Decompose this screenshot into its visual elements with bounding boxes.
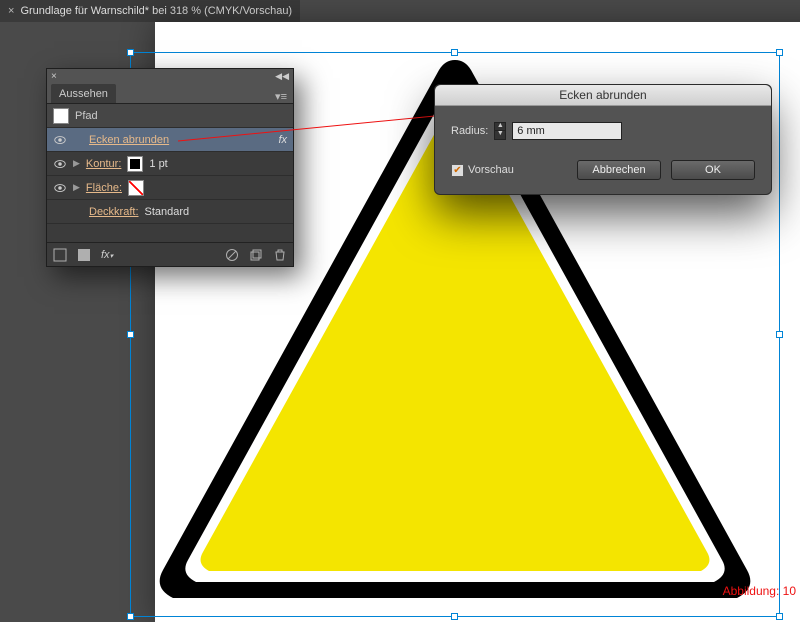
panel-head[interactable]: × ◀◀ — [47, 69, 293, 83]
dialog-title[interactable]: Ecken abrunden — [435, 85, 771, 106]
radius-stepper[interactable]: ▲ ▼ — [494, 122, 506, 140]
stroke-label[interactable]: Kontur: — [86, 158, 121, 170]
fill-row[interactable]: ▶ Fläche: — [47, 176, 293, 200]
visibility-eye-icon[interactable] — [53, 133, 67, 147]
visibility-eye-icon[interactable] — [53, 181, 67, 195]
path-label: Pfad — [75, 110, 98, 122]
effect-row-round-corners[interactable]: Ecken abrunden fx — [47, 128, 293, 152]
round-corners-dialog[interactable]: Ecken abrunden Radius: ▲ ▼ ✔ Vorschau Ab… — [434, 84, 772, 195]
duplicate-item-icon[interactable] — [249, 248, 263, 262]
selection-handle[interactable] — [127, 613, 134, 620]
close-panel-icon[interactable]: × — [51, 71, 57, 83]
add-effect-icon[interactable]: fx▾ — [101, 249, 113, 261]
stepper-down-icon[interactable]: ▼ — [495, 131, 505, 139]
panel-menu-icon[interactable]: ▾≡ — [275, 90, 287, 103]
path-row[interactable]: Pfad — [47, 104, 293, 128]
effect-name[interactable]: Ecken abrunden — [89, 134, 169, 146]
stroke-row[interactable]: ▶ Kontur: 1 pt — [47, 152, 293, 176]
stroke-swatch[interactable] — [127, 156, 143, 172]
close-tab-icon[interactable]: × — [8, 5, 14, 17]
panel-footer: fx▾ — [47, 242, 293, 266]
opacity-value[interactable]: Standard — [145, 206, 190, 218]
visibility-eye-icon[interactable] — [53, 157, 67, 171]
fill-label[interactable]: Fläche: — [86, 182, 122, 194]
fx-badge-icon: fx — [278, 134, 287, 146]
opacity-row[interactable]: Deckkraft: Standard — [47, 200, 293, 224]
new-fill-icon[interactable] — [77, 248, 91, 262]
document-title: Grundlage für Warnschild* bei 318 % (CMY… — [20, 5, 292, 17]
delete-item-icon[interactable] — [273, 248, 287, 262]
fill-swatch-none[interactable] — [128, 180, 144, 196]
selection-handle[interactable] — [127, 49, 134, 56]
appearance-tab[interactable]: Aussehen — [51, 84, 116, 103]
panel-title: Aussehen — [59, 88, 108, 100]
radius-label: Radius: — [451, 125, 488, 137]
cancel-button[interactable]: Abbrechen — [577, 160, 661, 180]
preview-checkbox[interactable]: ✔ Vorschau — [451, 164, 514, 177]
opacity-label[interactable]: Deckkraft: — [89, 206, 139, 218]
clear-appearance-icon[interactable] — [225, 248, 239, 262]
collapse-panel-icon[interactable]: ◀◀ — [275, 71, 289, 83]
path-thumbnail-icon — [53, 108, 69, 124]
checkbox-checked-icon[interactable]: ✔ — [451, 164, 464, 177]
selection-handle[interactable] — [127, 331, 134, 338]
disclosure-triangle-icon[interactable]: ▶ — [73, 182, 80, 193]
document-tab[interactable]: × Grundlage für Warnschild* bei 318 % (C… — [0, 0, 300, 22]
preview-label: Vorschau — [468, 164, 514, 176]
stroke-weight[interactable]: 1 pt — [149, 158, 167, 170]
ok-button[interactable]: OK — [671, 160, 755, 180]
appearance-panel[interactable]: × ◀◀ Aussehen ▾≡ Pfad Ecken abrunden fx … — [46, 68, 294, 267]
figure-caption: Abbildung: 10 — [723, 584, 796, 598]
radius-input[interactable] — [512, 122, 622, 140]
new-stroke-icon[interactable] — [53, 248, 67, 262]
disclosure-triangle-icon[interactable]: ▶ — [73, 158, 80, 169]
